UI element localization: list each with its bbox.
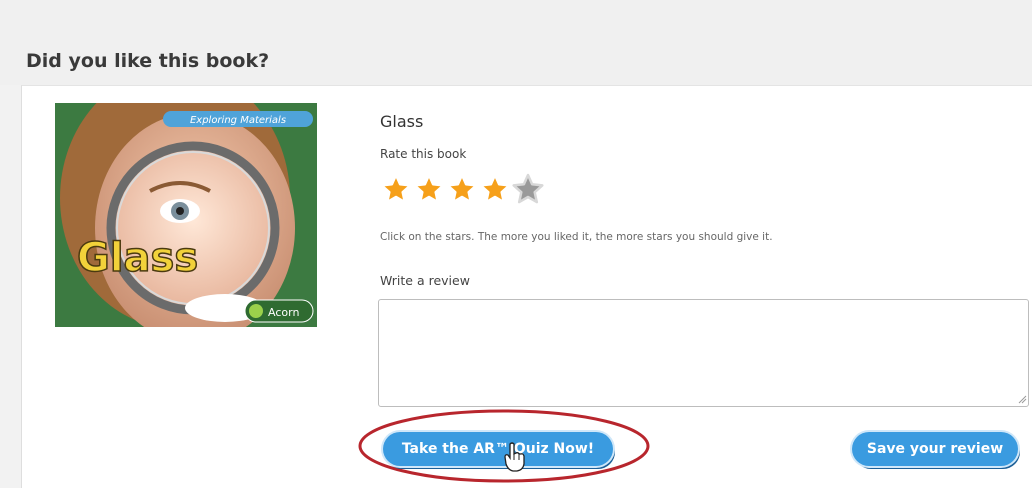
- star-icon[interactable]: [512, 173, 544, 207]
- page-heading: Did you like this book?: [26, 50, 270, 72]
- star-icon[interactable]: [413, 173, 445, 207]
- star-icon[interactable]: [446, 173, 478, 207]
- star-icon[interactable]: [380, 173, 412, 207]
- take-quiz-button[interactable]: Take the AR™ Quiz Now!: [383, 432, 613, 466]
- cover-title: Glass: [77, 235, 198, 281]
- hand-pointer-icon: [504, 442, 525, 472]
- review-textarea[interactable]: [378, 299, 1029, 407]
- cover-series-banner: Exploring Materials: [190, 115, 286, 126]
- resize-grip-icon[interactable]: [1018, 395, 1027, 404]
- star-rating[interactable]: [380, 173, 544, 209]
- save-review-button[interactable]: Save your review: [852, 432, 1018, 466]
- rate-label: Rate this book: [380, 147, 467, 161]
- cover-publisher-logo: Acorn: [268, 306, 299, 319]
- book-title: Glass: [380, 112, 424, 131]
- page-header: Did you like this book?: [0, 0, 1032, 85]
- review-label: Write a review: [380, 273, 470, 288]
- star-icon[interactable]: [479, 173, 511, 207]
- rating-help-text: Click on the stars. The more you liked i…: [380, 231, 773, 243]
- book-cover: Exploring Materials Glass Acorn: [55, 103, 317, 327]
